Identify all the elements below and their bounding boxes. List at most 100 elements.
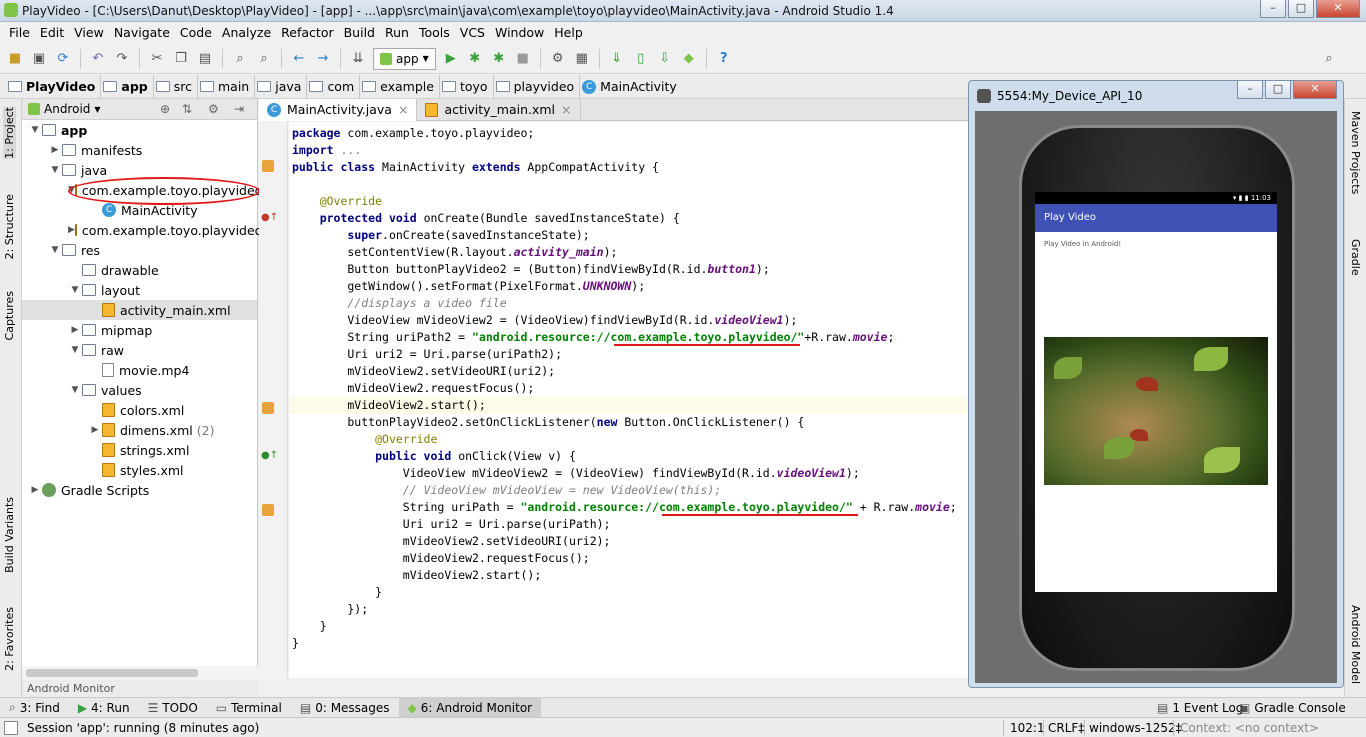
code-line[interactable]: getWindow().setFormat(PixelFormat.UNKNOW… xyxy=(292,278,645,295)
attach-debugger-icon[interactable]: ✱ xyxy=(490,50,508,68)
code-line[interactable]: Button buttonPlayVideo2 = (Button)findVi… xyxy=(292,261,769,278)
tree-node[interactable]: colors.xml xyxy=(22,400,257,420)
raw-resource-gutter-icon[interactable] xyxy=(262,402,274,414)
run-icon[interactable]: ▶ xyxy=(442,50,460,68)
debug-icon[interactable]: ✱ xyxy=(466,50,484,68)
menu-vcs[interactable]: VCS xyxy=(455,22,490,44)
avd-manager-icon[interactable]: ▯ xyxy=(632,50,650,68)
close-icon[interactable]: × xyxy=(398,102,408,117)
tree-node[interactable]: ▶ com.example.toyo.playvideo xyxy=(22,220,262,240)
chevron-down-icon[interactable]: ▼ xyxy=(94,105,100,114)
menu-build[interactable]: Build xyxy=(339,22,380,44)
code-line[interactable]: package com.example.toyo.playvideo; xyxy=(292,125,534,142)
breadcrumb-main[interactable]: main xyxy=(198,74,256,99)
sync-icon[interactable]: ⟳ xyxy=(54,50,72,68)
maximize-icon[interactable]: □ xyxy=(1288,0,1314,18)
chevron-right-icon[interactable]: ▶ xyxy=(68,325,82,335)
settings-icon[interactable]: ▦ xyxy=(573,50,591,68)
code-line[interactable]: Uri uri2 = Uri.parse(uriPath); xyxy=(292,516,611,533)
tree-node[interactable]: ▶ mipmap xyxy=(22,320,257,340)
line-separator[interactable]: CRLF‡ xyxy=(1048,721,1084,735)
minimize-icon[interactable]: – xyxy=(1260,0,1286,18)
implements-gutter-icon[interactable]: ●↑ xyxy=(261,450,278,461)
copy-icon[interactable]: ❐ xyxy=(172,50,190,68)
code-line[interactable]: mVideoView2.requestFocus(); xyxy=(292,380,534,397)
tree-node[interactable]: strings.xml xyxy=(22,440,257,460)
code-line[interactable]: super.onCreate(savedInstanceState); xyxy=(292,227,589,244)
layout-gutter-icon[interactable] xyxy=(262,160,274,172)
tab-maven-projects[interactable]: Maven Projects xyxy=(1349,111,1362,194)
close-icon[interactable]: × xyxy=(561,102,571,117)
code-line[interactable]: @Override xyxy=(292,193,382,210)
find-icon[interactable]: ⌕ xyxy=(231,50,249,68)
tree-node[interactable]: ▼ raw xyxy=(22,340,257,360)
breadcrumb-project[interactable]: PlayVideo xyxy=(6,74,102,99)
code-line[interactable]: mVideoView2.setVideoURI(uri2); xyxy=(292,533,611,550)
forward-icon[interactable]: → xyxy=(314,50,332,68)
code-line[interactable]: } xyxy=(292,618,327,635)
project-structure-icon[interactable]: ⚙ xyxy=(549,50,567,68)
hide-panel-icon[interactable]: ⇥ xyxy=(234,102,244,116)
menu-tools[interactable]: Tools xyxy=(414,22,455,44)
code-line[interactable]: Uri uri2 = Uri.parse(uriPath2); xyxy=(292,346,562,363)
breadcrumb-src[interactable]: src xyxy=(154,74,198,99)
menu-navigate[interactable]: Navigate xyxy=(109,22,175,44)
chevron-down-icon[interactable]: ▼ xyxy=(48,165,62,175)
tree-node[interactable]: ▼ app xyxy=(22,120,257,140)
tool-terminal[interactable]: ▭ Terminal xyxy=(207,698,291,718)
tab-structure[interactable]: 2: Structure xyxy=(3,194,16,259)
android-device-monitor-icon[interactable]: ◆ xyxy=(680,50,698,68)
collapse-all-icon[interactable]: ⇅ xyxy=(182,102,192,116)
chevron-right-icon[interactable]: ▶ xyxy=(88,425,102,435)
file-encoding[interactable]: windows-1252‡ xyxy=(1089,721,1182,735)
menu-help[interactable]: Help xyxy=(549,22,588,44)
raw-resource-gutter-icon[interactable] xyxy=(262,504,274,516)
code-line[interactable]: // VideoView mVideoView = new VideoView(… xyxy=(292,482,722,499)
code-line[interactable]: VideoView mVideoView2 = (VideoView) find… xyxy=(292,465,860,482)
chevron-down-icon[interactable]: ▼ xyxy=(68,345,82,355)
tab-activity-main-xml[interactable]: activity_main.xml × xyxy=(417,98,581,121)
cut-icon[interactable]: ✂ xyxy=(148,50,166,68)
tree-node[interactable]: styles.xml xyxy=(22,460,257,480)
tab-captures[interactable]: Captures xyxy=(3,291,16,340)
paste-icon[interactable]: ▤ xyxy=(196,50,214,68)
maximize-icon[interactable]: □ xyxy=(1265,81,1291,99)
tab-mainactivity-java[interactable]: C MainActivity.java × xyxy=(259,98,418,121)
chevron-right-icon[interactable]: ▶ xyxy=(28,485,42,495)
breadcrumb-app[interactable]: app xyxy=(101,74,154,99)
menu-refactor[interactable]: Refactor xyxy=(276,22,338,44)
code-line[interactable]: String uriPath2 = "android.resource://co… xyxy=(292,329,894,346)
code-line[interactable]: mVideoView2.requestFocus(); xyxy=(292,550,590,567)
tree-node[interactable]: ▼ values xyxy=(22,380,257,400)
sdk-manager-icon[interactable]: ⇩ xyxy=(656,50,674,68)
chevron-down-icon[interactable]: ▼ xyxy=(48,245,62,255)
sync-scroll-icon[interactable]: ⊕ xyxy=(160,102,170,116)
tree-node[interactable]: ▼ res xyxy=(22,240,257,260)
breadcrumb-example[interactable]: example xyxy=(360,74,440,99)
override-gutter-icon[interactable]: ●↑ xyxy=(261,212,278,223)
tab-gradle[interactable]: Gradle xyxy=(1349,239,1362,276)
tab-build-variants[interactable]: Build Variants xyxy=(3,497,16,573)
code-line[interactable]: mVideoView2.start(); xyxy=(289,397,969,414)
tree-node[interactable]: ▶ Gradle Scripts xyxy=(22,480,257,500)
project-view-select[interactable]: Android xyxy=(44,102,90,116)
code-line[interactable]: mVideoView2.setVideoURI(uri2); xyxy=(292,363,555,380)
menu-file[interactable]: File xyxy=(4,22,35,44)
menu-run[interactable]: Run xyxy=(380,22,414,44)
chevron-down-icon[interactable]: ▼ xyxy=(28,125,42,135)
tab-favorites[interactable]: 2: Favorites xyxy=(3,607,16,671)
menu-analyze[interactable]: Analyze xyxy=(217,22,276,44)
code-line[interactable]: buttonPlayVideo2.setOnClickListener(new … xyxy=(292,414,804,431)
redo-icon[interactable]: ↷ xyxy=(113,50,131,68)
code-line[interactable]: public class MainActivity extends AppCom… xyxy=(292,159,659,176)
tool-gradle-console[interactable]: ▣ Gradle Console xyxy=(1230,698,1355,718)
breadcrumb-mainactivity[interactable]: C MainActivity xyxy=(580,75,682,99)
device-screen[interactable]: ▾ ▮ ▮ 11:03 Play Video Play Video in And… xyxy=(1035,192,1277,592)
undo-icon[interactable]: ↶ xyxy=(89,50,107,68)
code-line[interactable]: protected void onCreate(Bundle savedInst… xyxy=(292,210,680,227)
tree-node[interactable]: ▶ dimens.xml (2) xyxy=(22,420,257,440)
tab-project[interactable]: 1: Project xyxy=(3,107,16,159)
tree-node[interactable]: ▶ manifests xyxy=(22,140,257,160)
video-view[interactable] xyxy=(1044,337,1268,485)
make-project-icon[interactable]: ⇊ xyxy=(349,50,367,68)
